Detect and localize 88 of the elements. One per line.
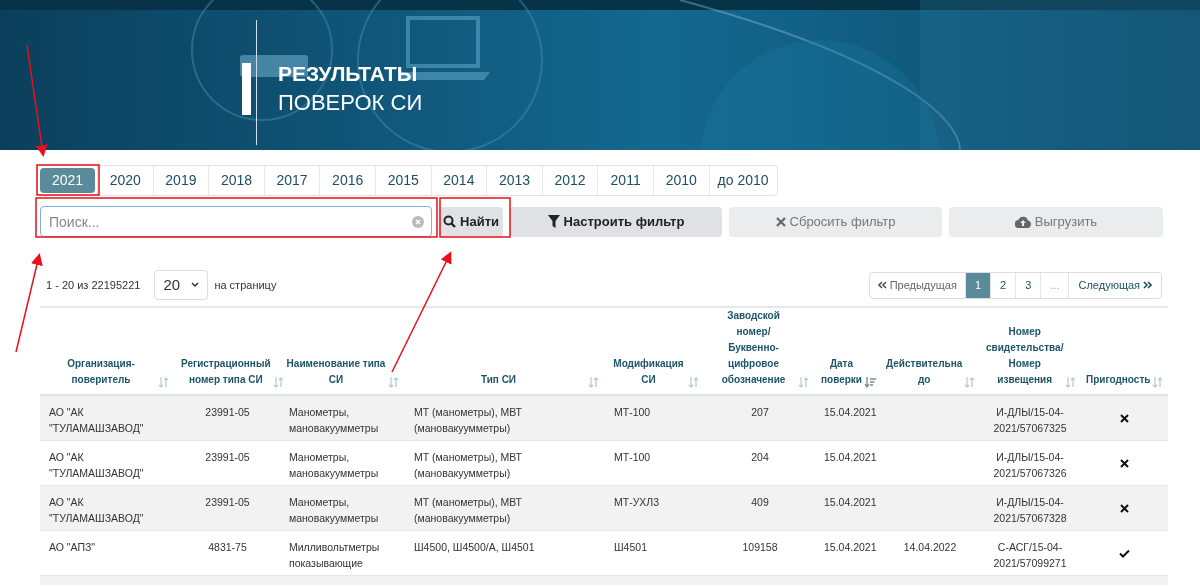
sort-icon[interactable] [388,377,399,388]
table-cell: 23991-05 [205,406,250,418]
cloud-upload-icon [1014,215,1031,228]
table-cell: АО "АК "ТУЛАМАШЗАВОД" [49,450,144,479]
table-cell: 15.04.2021 [824,406,877,418]
column-header: Модификация СИ [612,357,685,387]
column-header: Организация-поверитель [66,357,136,387]
sort-icon[interactable] [1152,377,1164,388]
table-cell: 4831-75 [208,540,247,553]
table-cell: МТ (манометры), МВТ (мановакуумметры) [414,406,522,434]
banner-subtitle: ПОВЕРОК СИ [278,89,423,117]
sort-icon[interactable] [588,377,599,388]
column-header: Пригодность [1086,373,1151,387]
table-cell: МТ-100 [614,406,651,418]
year-tab[interactable]: 2019 [152,166,209,195]
year-tab[interactable]: 2017 [263,166,320,195]
next-page-button[interactable]: Следующая [1068,272,1161,298]
table-cell: Ш4501 [614,540,647,553]
page-button[interactable]: 3 [1015,272,1041,298]
table-cell: 14.04.2022 [903,540,957,553]
page-button[interactable]: 2 [990,272,1016,298]
table-cell: Ш4500, Ш4500/А, Ш4501 [414,540,535,553]
table-cell: Манометры, мановакуумметры [289,450,379,479]
table-cell: МТ-100 [614,450,651,463]
table-cell: И-ДЛЫ/15-04-2021/57067328 [993,495,1067,524]
table-cell: МТ-УХЛ3 [614,495,660,508]
page-button[interactable]: 1 [964,272,991,298]
table-cell: Милливольтметры показывающие [289,540,380,569]
table-cell: 15.04.2021 [824,540,877,553]
year-tab[interactable]: 2018 [208,166,264,195]
year-tab[interactable]: 2015 [374,166,431,195]
sort-icon[interactable] [688,377,699,388]
year-tab[interactable]: 2014 [430,166,487,195]
table-cell: Манометры, мановакуумметры [289,406,379,434]
year-tab[interactable]: 2010 [652,166,709,195]
year-tab[interactable]: 2011 [597,166,653,195]
column-header: Действительна до [886,357,963,387]
per-page-select[interactable]: 20 [154,270,209,300]
column-header: Тип СИ [479,373,518,387]
filter-button[interactable]: Настроить фильтр [510,206,722,237]
search-button[interactable]: Найти [439,206,503,237]
column-header: Регистрационный номер типа СИ [181,357,271,387]
year-tab[interactable]: 2021 [40,168,95,193]
per-page-label: на страницу [214,277,277,293]
table-cell: АО "АК "ТУЛАМАШЗАВОД" [49,495,144,524]
search-field[interactable]: Поиск... [40,206,432,237]
sort-icon[interactable] [798,377,809,388]
sort-icon[interactable] [158,377,169,388]
year-tab[interactable]: 2020 [97,166,153,195]
caret-icon [191,282,200,288]
filter-icon [547,215,560,228]
table-cell: АО "АПЗ" [49,540,96,553]
sort-icon[interactable] [272,377,284,388]
banner-title: РЕЗУЛЬТАТЫ [278,61,419,87]
sort-icon[interactable] [964,377,976,388]
table-cell: И-ДЛЫ/15-04-2021/57067326 [993,450,1067,479]
table-cell: МТ (манометры), МВТ (мановакуумметры) [414,450,522,479]
sort-icon[interactable] [1065,377,1077,388]
column-header: Номер свидетельства/ Номер извещения [986,325,1064,387]
year-tab[interactable]: 2013 [486,166,542,195]
column-header: Дата поверки [821,357,862,387]
double-chevron-icon [1143,281,1152,289]
table-cell: 23991-05 [205,495,250,508]
table-cell: Манометры, мановакуумметры [289,495,379,524]
year-tab[interactable]: 2016 [319,166,375,195]
search-icon [443,215,456,228]
previous-page-button[interactable]: Предыдущая [869,272,965,298]
column-header: Наименование типа СИ [286,357,386,387]
close-icon [775,216,786,227]
table-cell: АО "АК "ТУЛАМАШЗАВОД" [49,406,144,434]
year-tab[interactable]: 2012 [541,166,598,195]
column-header: Заводской номер/ Буквенно-цифровое обозначение [720,309,787,387]
table-cell: 15.04.2021 [824,450,877,463]
table-cell: И-ДЛЫ/15-04-2021/57067325 [993,406,1067,434]
table-cell: 409 [751,495,769,508]
results-count: 1 - 20 из 22195221 [46,277,141,293]
table-cell: МТ (манометры), МВТ (мановакуумметры) [414,495,522,524]
table-cell: С-АСГ/15-04-2021/57099271 [993,540,1067,569]
double-chevron-icon [877,281,887,289]
table-cell: 109158 [742,540,778,553]
table-cell: 207 [751,406,769,418]
clear-icon[interactable] [412,216,424,228]
sort-descending-icon[interactable] [864,377,876,388]
table-cell: 204 [751,450,769,463]
table-cell: 23991-05 [205,450,250,463]
table-cell: 15.04.2021 [824,495,877,508]
title-bar [242,63,251,115]
year-tab[interactable]: до 2010 [708,166,777,195]
